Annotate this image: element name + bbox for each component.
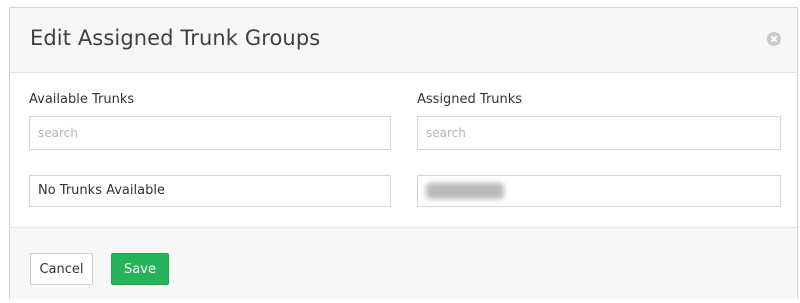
available-trunks-empty-message: No Trunks Available [38,183,165,198]
cancel-button[interactable]: Cancel [30,253,93,285]
assigned-trunks-label: Assigned Trunks [417,92,523,107]
dialog-footer: Cancel Save [10,227,797,299]
close-icon[interactable] [767,32,781,46]
dialog-title: Edit Assigned Trunk Groups [30,26,321,50]
available-trunks-search-input[interactable] [29,116,391,150]
dialog-header: Edit Assigned Trunk Groups [10,8,797,73]
assigned-trunks-list [417,175,781,207]
edit-assigned-trunk-groups-dialog: Edit Assigned Trunk Groups Available Tru… [9,7,798,299]
assigned-trunk-item[interactable] [426,183,504,199]
available-trunks-list: No Trunks Available [29,175,391,207]
save-button[interactable]: Save [111,253,169,285]
available-trunks-label: Available Trunks [29,92,135,107]
assigned-trunks-search-input[interactable] [417,116,781,150]
